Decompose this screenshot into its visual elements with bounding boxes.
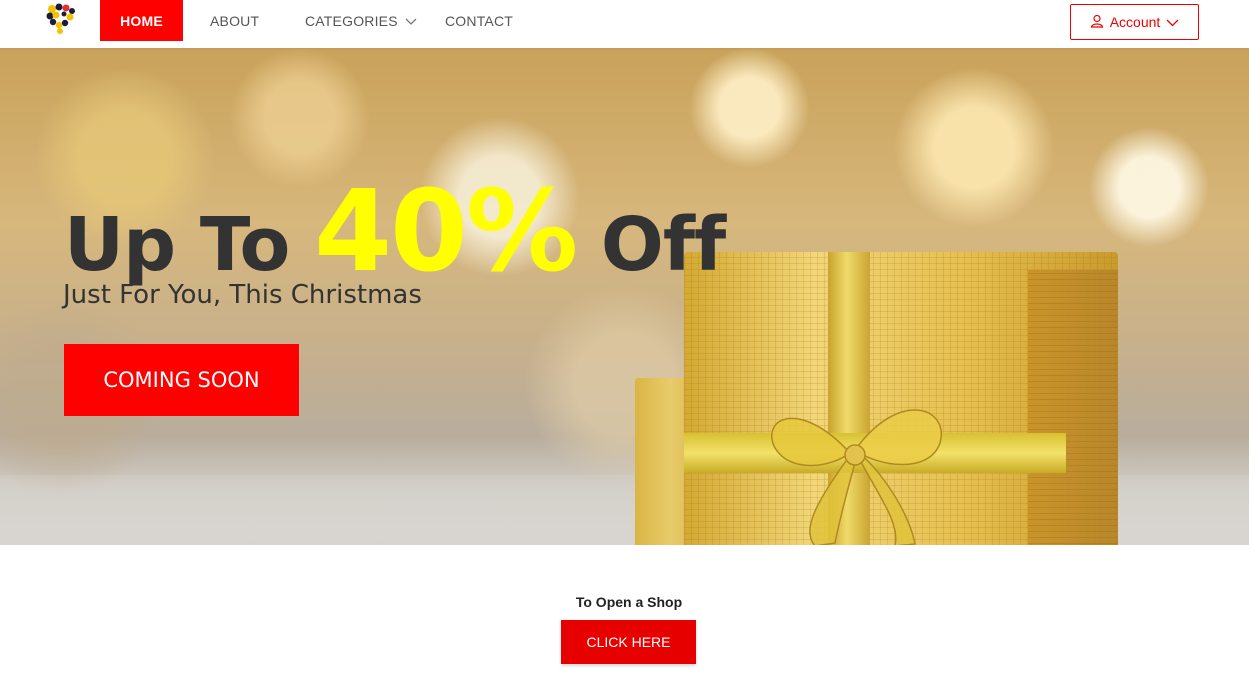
coming-soon-button[interactable]: COMING SOON [64,344,299,416]
navbar: HOME ABOUT CATEGORIES CONTACT Account [0,0,1249,48]
user-icon [1090,14,1104,31]
hero-subtitle: Just For You, This Christmas [63,280,422,310]
gift-box-side [1028,270,1118,545]
hero-title-suffix: Off [600,202,726,288]
nav-about[interactable]: ABOUT [210,0,259,41]
account-button[interactable]: Account [1070,4,1199,40]
hero-title-highlight: 40% [314,167,578,297]
chevron-down-icon [405,13,417,29]
hero-title-prefix: Up To [64,202,290,288]
account-label: Account [1109,14,1161,30]
chevron-down-icon [1166,14,1179,30]
click-here-button[interactable]: CLICK HERE [561,620,696,664]
nav-home[interactable]: HOME [100,0,183,41]
hero-banner: Up To 40% Off Just For You, This Christm… [0,48,1249,545]
open-shop-label: To Open a Shop [575,594,683,610]
gift-bow-icon [771,409,943,545]
brand-logo[interactable] [44,3,78,35]
nav-categories[interactable]: CATEGORIES [305,0,417,41]
nav-categories-label: CATEGORIES [305,12,398,29]
nav-contact[interactable]: CONTACT [445,0,513,41]
